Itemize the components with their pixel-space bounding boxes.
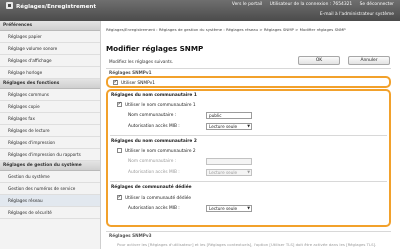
instruction-text: Modifiez les réglages suivants. [109,59,174,64]
sidebar-item-scan[interactable]: Réglages de lecture [0,125,100,137]
mail-admin-link[interactable]: E-mail à l'administrateur système [320,12,394,17]
app-logo-icon [6,2,13,9]
community1-name-label: Nom communautaire : [128,113,177,118]
use-dedicated-checkbox[interactable] [117,194,122,200]
community2-name-label: Nom communautaire : [128,159,177,164]
use-community2-label: Utiliser le nom communautaire 2 [125,149,196,154]
sidebar-item-volume[interactable]: Réglage volume sonore [0,43,100,55]
sidebar-item-display[interactable]: Réglages d'affichage [0,55,100,67]
sidebar-item-department-id[interactable]: Gestion des numéros de service [0,183,100,195]
portal-link[interactable]: Vers le portail [232,2,262,7]
sidebar-section-functions: Réglages des fonctions [0,79,100,89]
ok-button[interactable]: OK [298,56,340,65]
top-links: Vers le portail Utilisateur de la connex… [226,2,394,7]
community2-name-input[interactable] [206,158,252,165]
community1-mib-value: Lecture seule [209,124,238,129]
chevron-down-icon: ▼ [247,206,250,210]
divider [110,135,387,136]
community1-heading: Réglages du nom communautaire 1 [111,93,197,98]
divider [106,68,391,69]
login-user: Utilisateur de la connexion : 7654321 [269,2,353,7]
divider [106,231,391,232]
community2-mib-label: Autorisation accès MIB : [128,170,180,175]
dedicated-mib-label: Autorisation accès MIB : [128,206,180,211]
community2-mib-value: Lecture seule [209,170,238,175]
community2-heading: Réglages du nom communautaire 2 [111,139,197,144]
snmpv3-info-text: Pour activer les [Réglages d'utilisateur… [117,242,377,247]
use-community2-checkbox[interactable] [117,148,122,153]
use-community1-checkbox[interactable] [117,101,122,107]
app-title: Réglages/Enregistrement [16,4,97,10]
dedicated-community-heading: Réglages de communauté dédiée [111,185,192,190]
chevron-down-icon: ▼ [247,170,250,174]
snmpv1-section-label: Réglages SNMPv1 [109,70,152,75]
community1-mib-select[interactable]: Lecture seule ▼ [206,123,252,130]
sidebar-item-network[interactable]: Réglages réseau [0,195,100,207]
sidebar-item-copy[interactable]: Réglages copie [0,101,100,113]
cancel-button[interactable]: Annuler [348,56,390,65]
use-dedicated-label: Utiliser la communauté dédiée [125,196,192,201]
snmpv3-section-label: Réglages SNMPv3 [109,233,152,238]
main-panel: Réglages/Enregistrement : Réglages de ge… [103,21,400,249]
use-snmpv1-row[interactable]: Utiliser SNMPv1 [113,79,155,86]
divider [110,181,387,182]
sidebar-item-print[interactable]: Réglages d'impression [0,137,100,149]
community1-mib-label: Autorisation accès MIB : [128,124,180,129]
use-community1-label: Utiliser le nom communautaire 1 [125,103,196,108]
sidebar-item-fax[interactable]: Réglages fax [0,113,100,125]
sidebar-item-security[interactable]: Réglages de sécurité [0,207,100,219]
app-brand: Réglages/Enregistrement [6,2,96,10]
sidebar-item-clock[interactable]: Réglage horloge [0,67,100,79]
logout-link[interactable]: Se déconnecter [360,2,394,7]
dedicated-mib-value: Lecture seule [209,206,238,211]
sidebar-item-report-print[interactable]: Réglages d'impression du rapports [0,149,100,161]
use-snmpv1-label: Utiliser SNMPv1 [121,81,155,86]
chevron-down-icon: ▼ [247,124,250,128]
sidebar-item-system-management[interactable]: Gestion du système [0,171,100,183]
use-snmpv1-checkbox[interactable] [113,79,118,85]
use-dedicated-row[interactable]: Utiliser la communauté dédiée [117,194,192,201]
breadcrumb: Réglages/Enregistrement : Réglages de ge… [106,27,346,32]
top-bar: Réglages/Enregistrement Vers le portail … [0,0,400,21]
community1-name-input[interactable]: public [206,112,252,119]
sidebar-item-paper[interactable]: Réglages papier [0,31,100,43]
community2-mib-select[interactable]: Lecture seule ▼ [206,169,252,176]
sidebar-section-management: Réglages de gestion du système [0,161,100,171]
sidebar-section-preferences: Préférences [0,21,100,31]
sidebar: Préférences Réglages papier Réglage volu… [0,21,101,249]
dedicated-mib-select[interactable]: Lecture seule ▼ [206,205,252,212]
use-community2-row[interactable]: Utiliser le nom communautaire 2 [117,148,196,154]
sidebar-item-common[interactable]: Réglages communs [0,89,100,101]
page-title: Modifier réglages SNMP [106,44,204,53]
use-community1-row[interactable]: Utiliser le nom communautaire 1 [117,101,196,108]
